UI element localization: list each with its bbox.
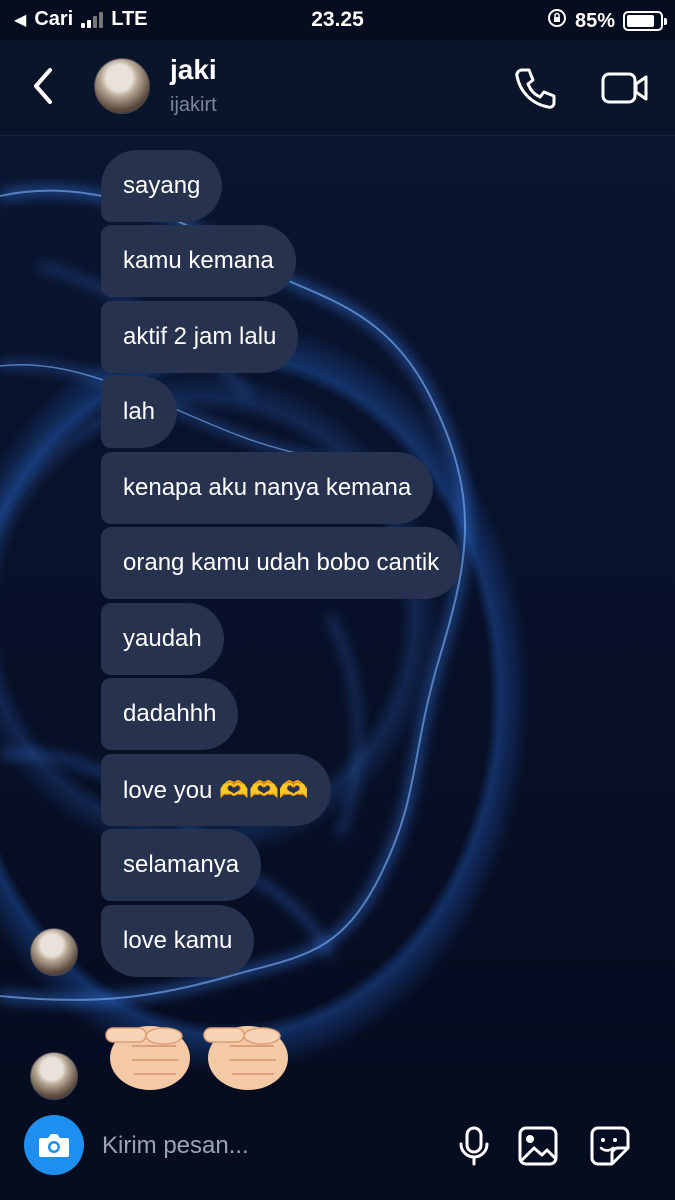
message-bubble[interactable]: lah xyxy=(101,376,178,448)
message-bubble[interactable]: love kamu xyxy=(101,905,255,977)
message-bubble[interactable]: love you 🫶🫶🫶 xyxy=(101,754,331,826)
pointing-fist-icon xyxy=(203,1026,288,1090)
message-bubble[interactable]: aktif 2 jam lalu xyxy=(101,301,299,373)
chat-header: jaki ijakirt xyxy=(0,40,675,136)
microphone-icon xyxy=(459,1126,489,1166)
contact-username: ijakirt xyxy=(170,94,217,116)
phone-icon xyxy=(515,68,556,109)
status-bar: ◀ Cari LTE 23.25 85% xyxy=(0,0,675,40)
video-call-button[interactable] xyxy=(600,64,650,112)
sticker-button[interactable] xyxy=(588,1124,632,1168)
message-bubble[interactable]: selamanya xyxy=(101,829,262,901)
camera-icon xyxy=(39,1134,69,1157)
message-composer: Kirim pesan... xyxy=(0,1100,675,1200)
message-bubble[interactable]: orang kamu udah bobo cantik xyxy=(101,527,462,599)
battery-percent: 85% xyxy=(574,9,615,32)
message-bubble[interactable]: kamu kemana xyxy=(101,225,296,297)
back-button[interactable] xyxy=(28,64,58,108)
message-input[interactable]: Kirim pesan... xyxy=(102,1132,249,1160)
message-bubble[interactable]: kenapa aku nanya kemana xyxy=(101,452,434,524)
pointing-fist-icon xyxy=(105,1026,190,1090)
avatar[interactable] xyxy=(94,58,150,114)
call-button[interactable] xyxy=(512,64,560,112)
rotation-lock-icon xyxy=(547,8,567,34)
message-bubble[interactable]: yaudah xyxy=(101,603,224,675)
contact-name[interactable]: jaki xyxy=(170,54,217,86)
sticker-icon xyxy=(590,1126,630,1166)
message-bubble[interactable]: sayang xyxy=(101,150,223,222)
battery-icon xyxy=(623,11,667,31)
camera-button[interactable] xyxy=(24,1115,84,1175)
gallery-button[interactable] xyxy=(516,1124,560,1168)
message-bubble[interactable]: dadahhh xyxy=(101,678,239,750)
chevron-left-icon xyxy=(34,68,52,104)
video-camera-icon xyxy=(601,72,648,104)
sender-avatar[interactable] xyxy=(30,928,78,976)
status-right: 85% xyxy=(547,8,667,34)
voice-message-button[interactable] xyxy=(452,1124,496,1168)
sender-avatar[interactable] xyxy=(30,1052,78,1100)
image-icon xyxy=(518,1126,558,1166)
emoji-message[interactable] xyxy=(102,1014,292,1094)
